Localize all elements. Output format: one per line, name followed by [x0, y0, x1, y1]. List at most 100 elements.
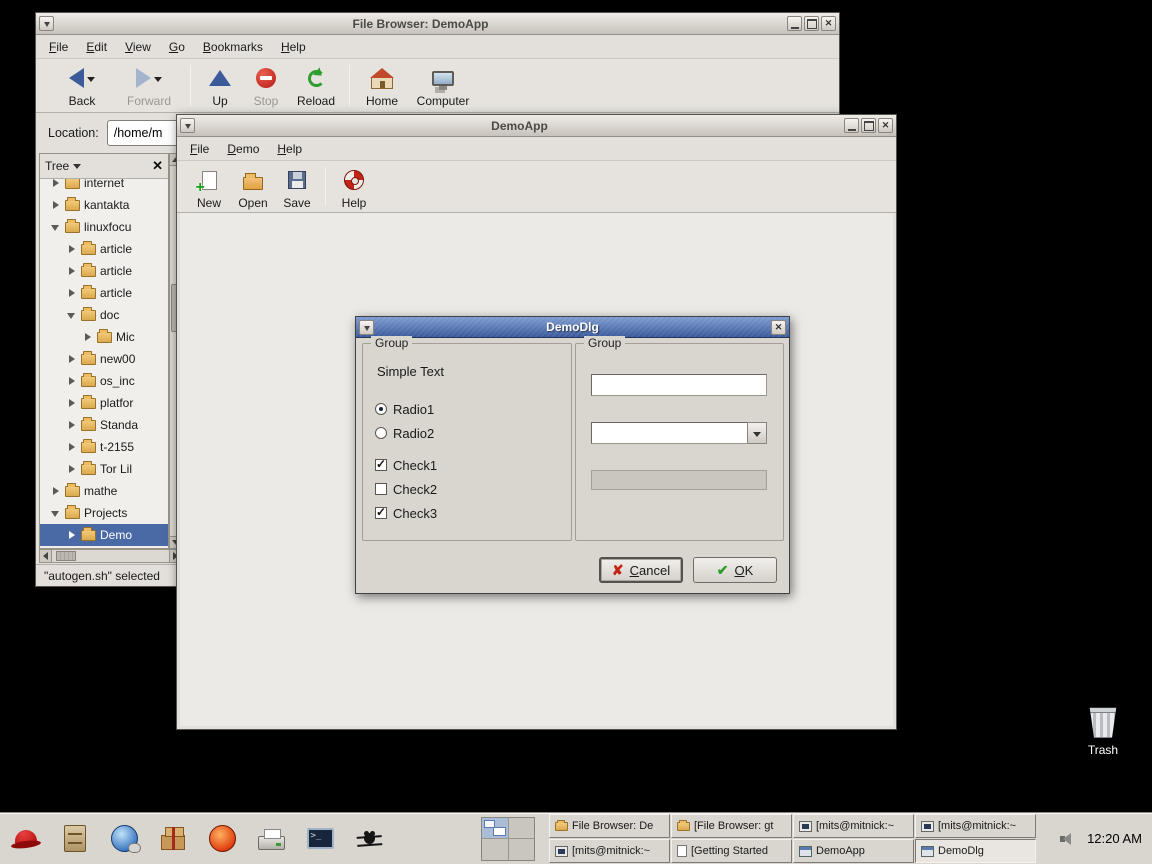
task-button[interactable]: [mits@mitnick:~ [793, 814, 914, 838]
checkbox[interactable] [375, 483, 387, 495]
checkbox-option[interactable]: Check3 [375, 504, 437, 522]
printer-launcher[interactable] [251, 818, 291, 860]
close-button[interactable] [771, 320, 786, 335]
sidebar-header[interactable]: Tree ✕ [40, 154, 168, 179]
menu-view[interactable]: View [116, 36, 160, 58]
menu-go[interactable]: Go [160, 36, 194, 58]
expander-icon[interactable] [67, 398, 78, 409]
tree-item[interactable]: platfor [40, 392, 168, 414]
expander-icon[interactable] [67, 420, 78, 431]
workspace-3[interactable] [482, 839, 508, 860]
scrollbar-thumb[interactable] [56, 551, 76, 561]
radio-option[interactable]: Radio1 [375, 400, 434, 418]
expander-icon[interactable] [67, 376, 78, 387]
home-button[interactable]: Home [356, 59, 408, 108]
save-button[interactable]: Save [275, 161, 319, 210]
forward-button[interactable]: Forward [114, 59, 184, 108]
new-button[interactable]: New [187, 161, 231, 210]
task-button[interactable]: [mits@mitnick:~ [915, 814, 1036, 838]
tree-item[interactable]: linuxfocu [40, 216, 168, 238]
scroll-left-icon[interactable] [40, 550, 52, 562]
tree-horizontal-scrollbar[interactable] [39, 549, 182, 563]
workspace-switcher[interactable] [481, 817, 535, 861]
radio-option[interactable]: Radio2 [375, 424, 434, 442]
expander-icon[interactable] [51, 486, 62, 497]
forward-dropdown-icon[interactable] [154, 77, 162, 82]
web-browser-launcher[interactable] [104, 818, 144, 860]
trash-icon[interactable] [1088, 706, 1118, 738]
task-button[interactable]: [File Browser: gt [671, 814, 792, 838]
minimize-button[interactable] [787, 16, 802, 31]
menu-help[interactable]: Help [268, 138, 311, 160]
tree-item[interactable]: Mic [40, 326, 168, 348]
minimize-button[interactable] [844, 118, 859, 133]
checkbox-option[interactable]: Check2 [375, 480, 437, 498]
open-button[interactable]: Open [231, 161, 275, 210]
file-browser-titlebar[interactable]: File Browser: DemoApp [36, 13, 839, 35]
tree-item[interactable]: article [40, 282, 168, 304]
package-manager-launcher[interactable] [153, 818, 193, 860]
tree-item-selected[interactable]: Demo [40, 524, 168, 546]
cancel-button[interactable]: ✘ Cancel [599, 557, 683, 583]
expander-icon[interactable] [51, 200, 62, 211]
radio-button[interactable] [375, 403, 387, 415]
checkbox[interactable] [375, 507, 387, 519]
expander-icon[interactable] [83, 332, 94, 343]
tree-item[interactable]: Tor Lil [40, 458, 168, 480]
tree-item[interactable]: t-2155 [40, 436, 168, 458]
expander-icon[interactable] [51, 179, 62, 189]
expander-icon[interactable] [67, 288, 78, 299]
task-button[interactable]: [Getting Started [671, 839, 792, 863]
menu-file[interactable]: File [40, 36, 77, 58]
expander-icon[interactable] [67, 354, 78, 365]
expander-icon[interactable] [67, 310, 78, 321]
maximize-button[interactable] [861, 118, 876, 133]
task-button[interactable]: [mits@mitnick:~ [549, 839, 670, 863]
up-button[interactable]: Up [197, 59, 243, 108]
task-button[interactable]: DemoApp [793, 839, 914, 863]
tree-item[interactable]: os_inc [40, 370, 168, 392]
expander-icon[interactable] [51, 222, 62, 233]
stop-button[interactable]: Stop [243, 59, 289, 108]
red-hat-menu-button[interactable] [6, 818, 46, 860]
workspace-4[interactable] [509, 839, 535, 860]
file-manager-launcher[interactable] [55, 818, 95, 860]
volume-icon[interactable] [1059, 831, 1077, 847]
reload-button[interactable]: Reload [289, 59, 343, 108]
mozilla-launcher[interactable] [202, 818, 242, 860]
spider-launcher[interactable] [349, 818, 389, 860]
tree-item[interactable]: Standa [40, 414, 168, 436]
checkbox-option[interactable]: Check1 [375, 456, 437, 474]
ok-button[interactable]: ✔ OK [693, 557, 777, 583]
trash-desktop-icon[interactable]: Trash [1068, 706, 1138, 757]
task-button-active[interactable]: DemoDlg [915, 839, 1036, 863]
window-menu-button[interactable] [359, 320, 374, 335]
combo-value[interactable] [591, 422, 747, 444]
back-button[interactable]: Back [50, 59, 114, 108]
tree-item[interactable]: Projects [40, 502, 168, 524]
tree-item[interactable]: new00 [40, 348, 168, 370]
help-button[interactable]: Help [332, 161, 376, 210]
sidebar-close-icon[interactable]: ✕ [152, 158, 163, 174]
demodlg-titlebar[interactable]: DemoDlg [356, 317, 789, 338]
back-dropdown-icon[interactable] [87, 77, 95, 82]
computer-button[interactable]: Computer [408, 59, 478, 108]
combo-dropdown-icon[interactable] [747, 422, 767, 444]
expander-icon[interactable] [67, 442, 78, 453]
radio-button[interactable] [375, 427, 387, 439]
text-field[interactable] [591, 374, 767, 396]
window-menu-button[interactable] [180, 118, 195, 133]
workspace-1[interactable] [482, 818, 508, 839]
close-button[interactable] [878, 118, 893, 133]
maximize-button[interactable] [804, 16, 819, 31]
combo-box[interactable] [591, 422, 767, 444]
demoapp-titlebar[interactable]: DemoApp [177, 115, 896, 137]
workspace-2[interactable] [509, 818, 535, 839]
expander-icon[interactable] [67, 464, 78, 475]
tree-item[interactable]: mathe [40, 480, 168, 502]
task-button[interactable]: File Browser: De [549, 814, 670, 838]
tree-item[interactable]: internet [40, 179, 168, 194]
expander-icon[interactable] [67, 266, 78, 277]
menu-help[interactable]: Help [272, 36, 315, 58]
expander-icon[interactable] [51, 508, 62, 519]
